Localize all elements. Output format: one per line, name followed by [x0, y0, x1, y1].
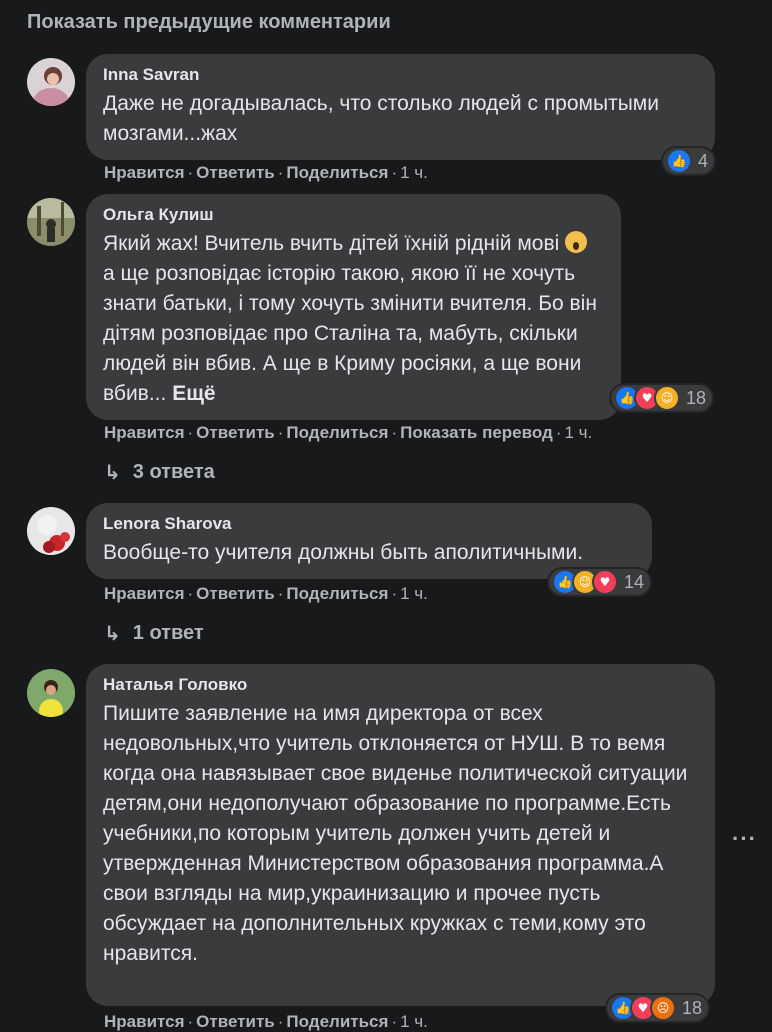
- reactions-summary[interactable]: 👍 ☺ ♥ 14: [547, 567, 653, 597]
- comment-text: Даже не догадывалась, что столько людей …: [103, 92, 659, 145]
- like-action[interactable]: Нравится: [104, 163, 185, 182]
- share-action[interactable]: Поделиться: [286, 584, 388, 603]
- share-action[interactable]: Поделиться: [286, 423, 388, 442]
- share-action[interactable]: Поделиться: [286, 1012, 388, 1031]
- reply-action[interactable]: Ответить: [196, 1012, 275, 1031]
- comment-actions: Нравится · Ответить · Поделиться · 1 ч.: [104, 163, 428, 182]
- comment-author[interactable]: Inna Savran: [103, 65, 698, 85]
- comment-actions: Нравится · Ответить · Поделиться · 1 ч.: [104, 584, 428, 603]
- view-replies-link[interactable]: ↳ 1 ответ: [104, 621, 204, 645]
- reactions-summary[interactable]: 👍 ♥ ☹ 18: [605, 993, 711, 1023]
- replies-count: 1 ответ: [132, 621, 204, 644]
- timestamp[interactable]: 1 ч.: [564, 423, 592, 442]
- more-options-icon[interactable]: ···: [732, 826, 757, 852]
- share-action[interactable]: Поделиться: [286, 163, 388, 182]
- comment-author[interactable]: Наталья Головко: [103, 675, 698, 695]
- see-more-link[interactable]: Ещё: [172, 382, 215, 405]
- show-translation-action[interactable]: Показать перевод: [400, 423, 553, 442]
- like-action[interactable]: Нравится: [104, 423, 185, 442]
- reply-action[interactable]: Ответить: [196, 423, 275, 442]
- comment-actions: Нравится · Ответить · Поделиться · 1 ч.: [104, 1012, 428, 1031]
- comment-bubble: Inna Savran Даже не догадывалась, что ст…: [86, 54, 715, 160]
- reply-action[interactable]: Ответить: [196, 584, 275, 603]
- comment-text: Пишите заявление на имя директора от все…: [103, 702, 688, 965]
- comment-actions: Нравится · Ответить · Поделиться · Показать пе…: [104, 423, 593, 442]
- avatar[interactable]: [27, 58, 75, 106]
- reaction-count: 18: [686, 387, 707, 408]
- reply-action[interactable]: Ответить: [196, 163, 275, 182]
- avatar[interactable]: [27, 507, 75, 555]
- reply-arrow-icon: ↳: [104, 621, 121, 645]
- like-icon: 👍: [666, 148, 692, 174]
- timestamp[interactable]: 1 ч.: [400, 163, 428, 182]
- comment-author[interactable]: Lenora Sharova: [103, 514, 635, 534]
- care-icon: ☺: [654, 385, 680, 411]
- comment-text-part: Який жах! Вчитель вчить дітей їхній рідн…: [103, 232, 566, 255]
- shocked-face-icon: [565, 231, 588, 253]
- reaction-count: 4: [698, 150, 709, 171]
- comment-text: Вообще-то учителя должны быть аполитичны…: [103, 541, 584, 564]
- comment-bubble: Ольга Кулиш Який жах! Вчитель вчить діте…: [86, 194, 621, 420]
- timestamp[interactable]: 1 ч.: [400, 1012, 428, 1031]
- comment-text: Який жах! Вчитель вчить дітей їхній рідн…: [103, 229, 604, 409]
- reactions-summary[interactable]: 👍 ♥ ☺ 18: [609, 383, 715, 413]
- love-icon: ♥: [592, 569, 618, 595]
- avatar[interactable]: [27, 198, 75, 246]
- like-action[interactable]: Нравится: [104, 1012, 185, 1031]
- timestamp[interactable]: 1 ч.: [400, 584, 428, 603]
- angry-icon: ☹: [650, 995, 676, 1021]
- comment-author[interactable]: Ольга Кулиш: [103, 205, 604, 225]
- reaction-count: 14: [624, 571, 645, 592]
- reply-arrow-icon: ↳: [104, 460, 121, 484]
- reaction-count: 18: [682, 997, 703, 1018]
- comment-bubble: Наталья Головко Пишите заявление на имя …: [86, 664, 715, 1006]
- view-replies-link[interactable]: ↳ 3 ответа: [104, 460, 215, 484]
- show-previous-comments-link[interactable]: Показать предыдущие комментарии: [27, 11, 391, 34]
- avatar[interactable]: [27, 669, 75, 717]
- reactions-summary[interactable]: 👍 4: [661, 146, 717, 176]
- like-action[interactable]: Нравится: [104, 584, 185, 603]
- replies-count: 3 ответа: [132, 460, 215, 483]
